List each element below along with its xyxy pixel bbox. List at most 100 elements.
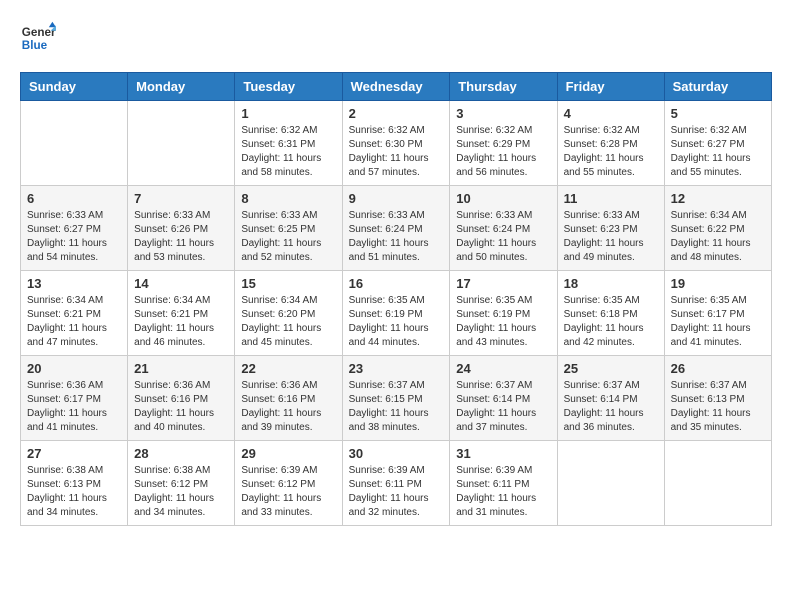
day-number: 20	[27, 361, 121, 376]
day-info: Sunrise: 6:35 AMSunset: 6:19 PMDaylight:…	[456, 294, 550, 350]
svg-text:General: General	[22, 26, 56, 39]
day-info: Sunrise: 6:34 AMSunset: 6:21 PMDaylight:…	[134, 294, 228, 350]
calendar-header: SundayMondayTuesdayWednesdayThursdayFrid…	[21, 73, 772, 101]
day-info: Sunrise: 6:37 AMSunset: 6:14 PMDaylight:…	[564, 379, 658, 435]
calendar-cell	[664, 441, 771, 526]
calendar-cell: 6 Sunrise: 6:33 AMSunset: 6:27 PMDaylight…	[21, 186, 128, 271]
calendar-body: 1 Sunrise: 6:32 AMSunset: 6:31 PMDaylight…	[21, 101, 772, 526]
day-info: Sunrise: 6:34 AMSunset: 6:21 PMDaylight:…	[27, 294, 121, 350]
day-info: Sunrise: 6:32 AMSunset: 6:29 PMDaylight:…	[456, 124, 550, 180]
svg-text:Blue: Blue	[22, 39, 48, 52]
day-info: Sunrise: 6:35 AMSunset: 6:18 PMDaylight:…	[564, 294, 658, 350]
calendar-cell: 31 Sunrise: 6:39 AMSunset: 6:11 PMDayligh…	[450, 441, 557, 526]
calendar-cell: 28Sunrise: 6:38 AMSunset: 6:12 PMDayligh…	[128, 441, 235, 526]
calendar-cell: 23 Sunrise: 6:37 AMSunset: 6:15 PMDayligh…	[342, 356, 450, 441]
calendar-cell: 20 Sunrise: 6:36 AMSunset: 6:17 PMDayligh…	[21, 356, 128, 441]
calendar-cell: 27 Sunrise: 6:38 AMSunset: 6:13 PMDayligh…	[21, 441, 128, 526]
day-number: 12	[671, 191, 765, 206]
day-info: Sunrise: 6:39 AMSunset: 6:11 PMDaylight:…	[349, 464, 444, 520]
calendar-cell: 15 Sunrise: 6:34 AMSunset: 6:20 PMDayligh…	[235, 271, 342, 356]
calendar-cell: 16 Sunrise: 6:35 AMSunset: 6:19 PMDayligh…	[342, 271, 450, 356]
day-number: 23	[349, 361, 444, 376]
day-number: 17	[456, 276, 550, 291]
day-info: Sunrise: 6:34 AMSunset: 6:20 PMDaylight:…	[241, 294, 335, 350]
week-row-3: 13 Sunrise: 6:34 AMSunset: 6:21 PMDayligh…	[21, 271, 772, 356]
day-info: Sunrise: 6:35 AMSunset: 6:17 PMDaylight:…	[671, 294, 765, 350]
day-info: Sunrise: 6:33 AMSunset: 6:24 PMDaylight:…	[456, 209, 550, 265]
day-info: Sunrise: 6:36 AMSunset: 6:16 PMDaylight:…	[241, 379, 335, 435]
calendar-cell: 4 Sunrise: 6:32 AMSunset: 6:28 PMDaylight…	[557, 101, 664, 186]
day-info: Sunrise: 6:37 AMSunset: 6:15 PMDaylight:…	[349, 379, 444, 435]
calendar-cell: 1 Sunrise: 6:32 AMSunset: 6:31 PMDaylight…	[235, 101, 342, 186]
day-info: Sunrise: 6:39 AMSunset: 6:11 PMDaylight:…	[456, 464, 550, 520]
calendar-cell: 5 Sunrise: 6:32 AMSunset: 6:27 PMDaylight…	[664, 101, 771, 186]
day-info: Sunrise: 6:32 AMSunset: 6:28 PMDaylight:…	[564, 124, 658, 180]
calendar-cell: 8 Sunrise: 6:33 AMSunset: 6:25 PMDaylight…	[235, 186, 342, 271]
header-day-thursday: Thursday	[450, 73, 557, 101]
logo: General Blue	[20, 20, 56, 56]
day-number: 1	[241, 106, 335, 121]
calendar-cell	[557, 441, 664, 526]
day-number: 13	[27, 276, 121, 291]
day-info: Sunrise: 6:35 AMSunset: 6:19 PMDaylight:…	[349, 294, 444, 350]
day-info: Sunrise: 6:37 AMSunset: 6:13 PMDaylight:…	[671, 379, 765, 435]
day-number: 4	[564, 106, 658, 121]
day-number: 16	[349, 276, 444, 291]
day-number: 31	[456, 446, 550, 461]
day-info: Sunrise: 6:33 AMSunset: 6:26 PMDaylight:…	[134, 209, 228, 265]
day-info: Sunrise: 6:39 AMSunset: 6:12 PMDaylight:…	[241, 464, 335, 520]
day-number: 5	[671, 106, 765, 121]
day-number: 19	[671, 276, 765, 291]
day-number: 8	[241, 191, 335, 206]
day-number: 2	[349, 106, 444, 121]
day-number: 26	[671, 361, 765, 376]
day-info: Sunrise: 6:33 AMSunset: 6:23 PMDaylight:…	[564, 209, 658, 265]
header-day-tuesday: Tuesday	[235, 73, 342, 101]
calendar-cell: 14 Sunrise: 6:34 AMSunset: 6:21 PMDayligh…	[128, 271, 235, 356]
day-info: Sunrise: 6:36 AMSunset: 6:16 PMDaylight:…	[134, 379, 228, 435]
day-number: 22	[241, 361, 335, 376]
logo-icon: General Blue	[20, 20, 56, 56]
header-row: SundayMondayTuesdayWednesdayThursdayFrid…	[21, 73, 772, 101]
header-day-wednesday: Wednesday	[342, 73, 450, 101]
header-day-sunday: Sunday	[21, 73, 128, 101]
day-number: 29	[241, 446, 335, 461]
week-row-2: 6 Sunrise: 6:33 AMSunset: 6:27 PMDaylight…	[21, 186, 772, 271]
calendar-cell: 29 Sunrise: 6:39 AMSunset: 6:12 PMDayligh…	[235, 441, 342, 526]
day-number: 9	[349, 191, 444, 206]
calendar-cell: 7Sunrise: 6:33 AMSunset: 6:26 PMDaylight…	[128, 186, 235, 271]
day-number: 10	[456, 191, 550, 206]
calendar-cell: 22 Sunrise: 6:36 AMSunset: 6:16 PMDayligh…	[235, 356, 342, 441]
day-number: 3	[456, 106, 550, 121]
day-number: 18	[564, 276, 658, 291]
day-info: Sunrise: 6:32 AMSunset: 6:31 PMDaylight:…	[241, 124, 335, 180]
day-number: 11	[564, 191, 658, 206]
day-number: 27	[27, 446, 121, 461]
day-number: 6	[27, 191, 121, 206]
day-number: 30	[349, 446, 444, 461]
week-row-1: 1 Sunrise: 6:32 AMSunset: 6:31 PMDaylight…	[21, 101, 772, 186]
day-number: 24	[456, 361, 550, 376]
calendar-cell: 26 Sunrise: 6:37 AMSunset: 6:13 PMDayligh…	[664, 356, 771, 441]
day-info: Sunrise: 6:36 AMSunset: 6:17 PMDaylight:…	[27, 379, 121, 435]
day-info: Sunrise: 6:33 AMSunset: 6:27 PMDaylight:…	[27, 209, 121, 265]
header-day-friday: Friday	[557, 73, 664, 101]
calendar-cell: 10 Sunrise: 6:33 AMSunset: 6:24 PMDayligh…	[450, 186, 557, 271]
calendar-cell: 12Sunrise: 6:34 AMSunset: 6:22 PMDayligh…	[664, 186, 771, 271]
calendar-cell	[128, 101, 235, 186]
calendar-cell	[21, 101, 128, 186]
day-number: 21	[134, 361, 228, 376]
calendar-cell: 30 Sunrise: 6:39 AMSunset: 6:11 PMDayligh…	[342, 441, 450, 526]
page-header: General Blue	[20, 20, 772, 56]
day-info: Sunrise: 6:38 AMSunset: 6:13 PMDaylight:…	[27, 464, 121, 520]
day-info: Sunrise: 6:32 AMSunset: 6:27 PMDaylight:…	[671, 124, 765, 180]
calendar-cell: 18 Sunrise: 6:35 AMSunset: 6:18 PMDayligh…	[557, 271, 664, 356]
day-number: 28	[134, 446, 228, 461]
calendar-cell: 11 Sunrise: 6:33 AMSunset: 6:23 PMDayligh…	[557, 186, 664, 271]
day-info: Sunrise: 6:37 AMSunset: 6:14 PMDaylight:…	[456, 379, 550, 435]
day-number: 14	[134, 276, 228, 291]
calendar-cell: 19 Sunrise: 6:35 AMSunset: 6:17 PMDayligh…	[664, 271, 771, 356]
week-row-5: 27 Sunrise: 6:38 AMSunset: 6:13 PMDayligh…	[21, 441, 772, 526]
day-number: 15	[241, 276, 335, 291]
day-info: Sunrise: 6:33 AMSunset: 6:25 PMDaylight:…	[241, 209, 335, 265]
